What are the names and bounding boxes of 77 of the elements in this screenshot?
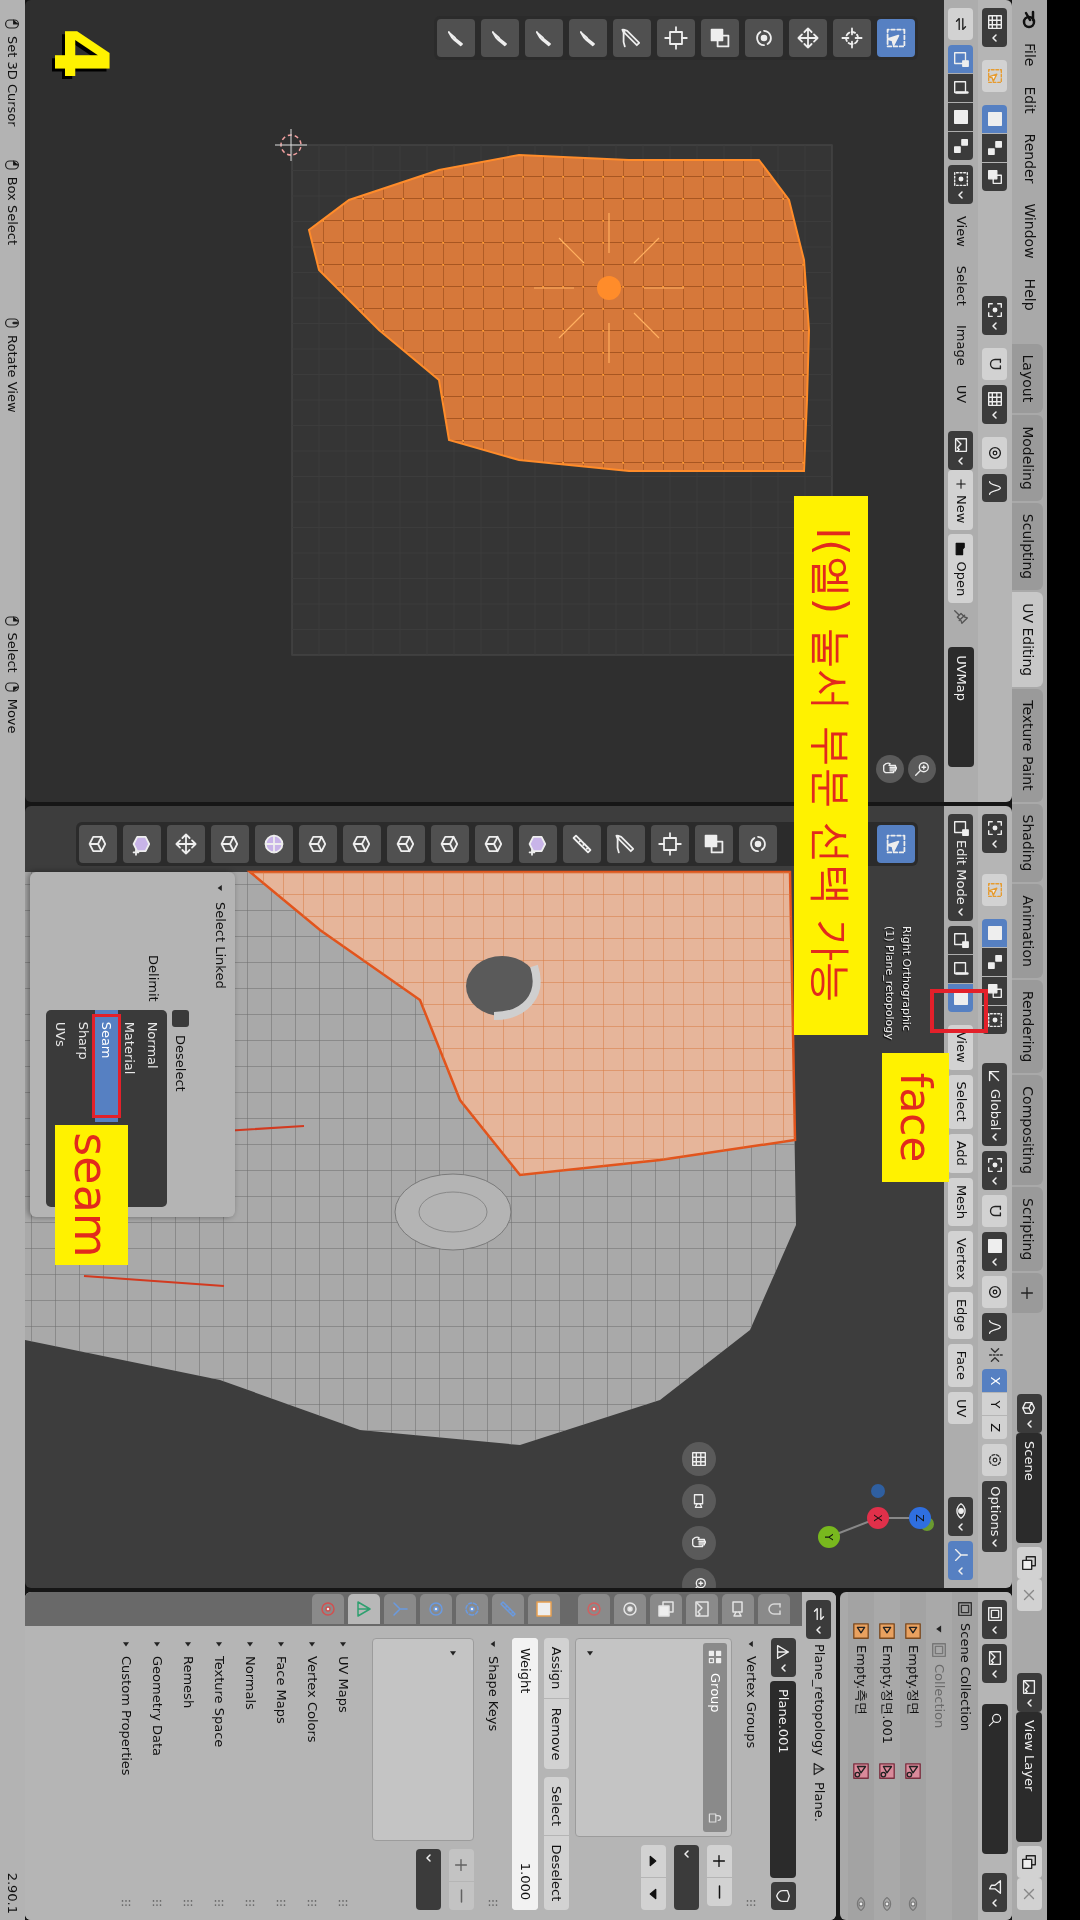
status-hint: Move: [4, 698, 22, 734]
menu-item[interactable]: File: [1017, 34, 1042, 76]
workspace-tab[interactable]: Modeling: [1012, 415, 1043, 501]
menu-item[interactable]: Window: [1017, 194, 1042, 268]
panel-header[interactable]: Geometry Data: [147, 1656, 167, 1756]
menu-item[interactable]: Mesh: [948, 1177, 974, 1227]
workspace-tab[interactable]: Texture Paint: [1012, 689, 1043, 802]
delimit-option[interactable]: Material: [118, 1009, 141, 1087]
menu-item[interactable]: View: [951, 209, 971, 254]
breadcrumb-item: Plane.: [810, 1782, 828, 1822]
menu-item[interactable]: UV: [951, 377, 971, 411]
callout-label: face: [882, 1053, 949, 1182]
uv-map-field[interactable]: UVMap: [948, 647, 974, 768]
options-menu[interactable]: Options: [982, 1481, 1008, 1553]
action-button[interactable]: Assign: [544, 1638, 569, 1699]
object-info: (1) Plane_retopology: [882, 926, 897, 1040]
panel-header[interactable]: Shape Keys: [483, 1656, 503, 1732]
panel-header[interactable]: UV Maps: [333, 1656, 353, 1713]
panel-header[interactable]: Normals: [240, 1656, 260, 1710]
menu-item[interactable]: Select: [948, 1074, 974, 1129]
panel-header[interactable]: Vertex Groups: [741, 1656, 761, 1749]
panel-title[interactable]: Select Linked: [210, 902, 230, 989]
mode-menu[interactable]: Edit Mode: [948, 814, 974, 921]
mirror-axis-toggle[interactable]: X: [982, 1369, 1008, 1393]
panel-header[interactable]: Custom Properties: [116, 1656, 136, 1776]
delimit-option[interactable]: UVs: [49, 1009, 72, 1059]
menu-item[interactable]: UV: [948, 1392, 974, 1425]
navigation-gizmo[interactable]: Z X Y: [818, 1484, 934, 1548]
workspace-tab[interactable]: UV Editing: [1012, 592, 1043, 688]
outliner-item[interactable]: Empty.정면.001: [877, 1645, 897, 1757]
menu-item[interactable]: Vertex: [948, 1231, 974, 1287]
status-hint: Box Select: [4, 176, 22, 246]
workspace-tab[interactable]: Scripting: [1012, 1187, 1043, 1272]
menu-item[interactable]: Add: [948, 1133, 974, 1173]
panel-header[interactable]: Face Maps: [271, 1656, 291, 1724]
callout-label: seam: [55, 1125, 128, 1265]
workspace-tab[interactable]: Shading: [1012, 803, 1043, 883]
mirror-axis-toggle[interactable]: Z: [982, 1416, 1008, 1440]
panel-header[interactable]: Vertex Colors: [302, 1656, 322, 1743]
status-hint: Select: [4, 632, 22, 673]
view-layer-field[interactable]: View Layer: [1016, 1712, 1043, 1842]
menu-item[interactable]: Select: [951, 258, 971, 313]
menu-item[interactable]: Edge: [948, 1291, 974, 1339]
action-button[interactable]: Remove: [544, 1699, 569, 1770]
menu-item[interactable]: Render: [1017, 124, 1042, 193]
menu-item[interactable]: Help: [1017, 269, 1042, 320]
menu-item[interactable]: Image: [951, 317, 971, 373]
action-button[interactable]: Deselect: [544, 1835, 569, 1910]
workspace-tab[interactable]: Sculpting: [1012, 502, 1043, 591]
panel-header[interactable]: Texture Space: [209, 1656, 229, 1748]
breadcrumb-item: Plane_retopology: [810, 1644, 828, 1756]
status-hint: Rotate View: [4, 335, 22, 413]
delimit-label: Delimit: [145, 954, 162, 1002]
mirror-axis-toggle[interactable]: Y: [982, 1393, 1008, 1416]
menu-item[interactable]: Face: [948, 1343, 974, 1388]
delimit-option[interactable]: Sharp: [72, 1009, 95, 1072]
version-label: 2.90.1: [4, 1872, 22, 1914]
workspace-tab[interactable]: Rendering: [1012, 979, 1043, 1074]
menu-item[interactable]: Edit: [1017, 77, 1042, 123]
delimit-option[interactable]: Seam: [95, 1009, 118, 1122]
panel-header[interactable]: Remesh: [178, 1656, 198, 1709]
open-image-button[interactable]: Open: [948, 534, 974, 604]
orientation-menu[interactable]: Global: [982, 1063, 1008, 1147]
callout-label: l(엘) 눌서 부분 선택 가능: [794, 496, 868, 1035]
delimit-option[interactable]: Normal: [141, 1009, 164, 1081]
action-button[interactable]: Select: [544, 1777, 569, 1835]
view-name: Right Orthographic: [899, 926, 914, 1031]
workspace-tab[interactable]: Layout: [1012, 343, 1043, 414]
workspace-tab[interactable]: Compositing: [1012, 1075, 1043, 1186]
workspace-tab[interactable]: Animation: [1012, 884, 1043, 978]
new-image-button[interactable]: New: [948, 470, 974, 531]
mesh-name-field[interactable]: Plane.001: [770, 1681, 796, 1878]
step-number: 4: [44, 28, 118, 80]
checkbox-label: Deselect: [172, 1035, 190, 1092]
weight-slider[interactable]: Weight 1.000: [512, 1638, 538, 1910]
status-hint: Set 3D Cursor: [4, 36, 22, 127]
scene-field[interactable]: Scene: [1016, 1433, 1043, 1543]
